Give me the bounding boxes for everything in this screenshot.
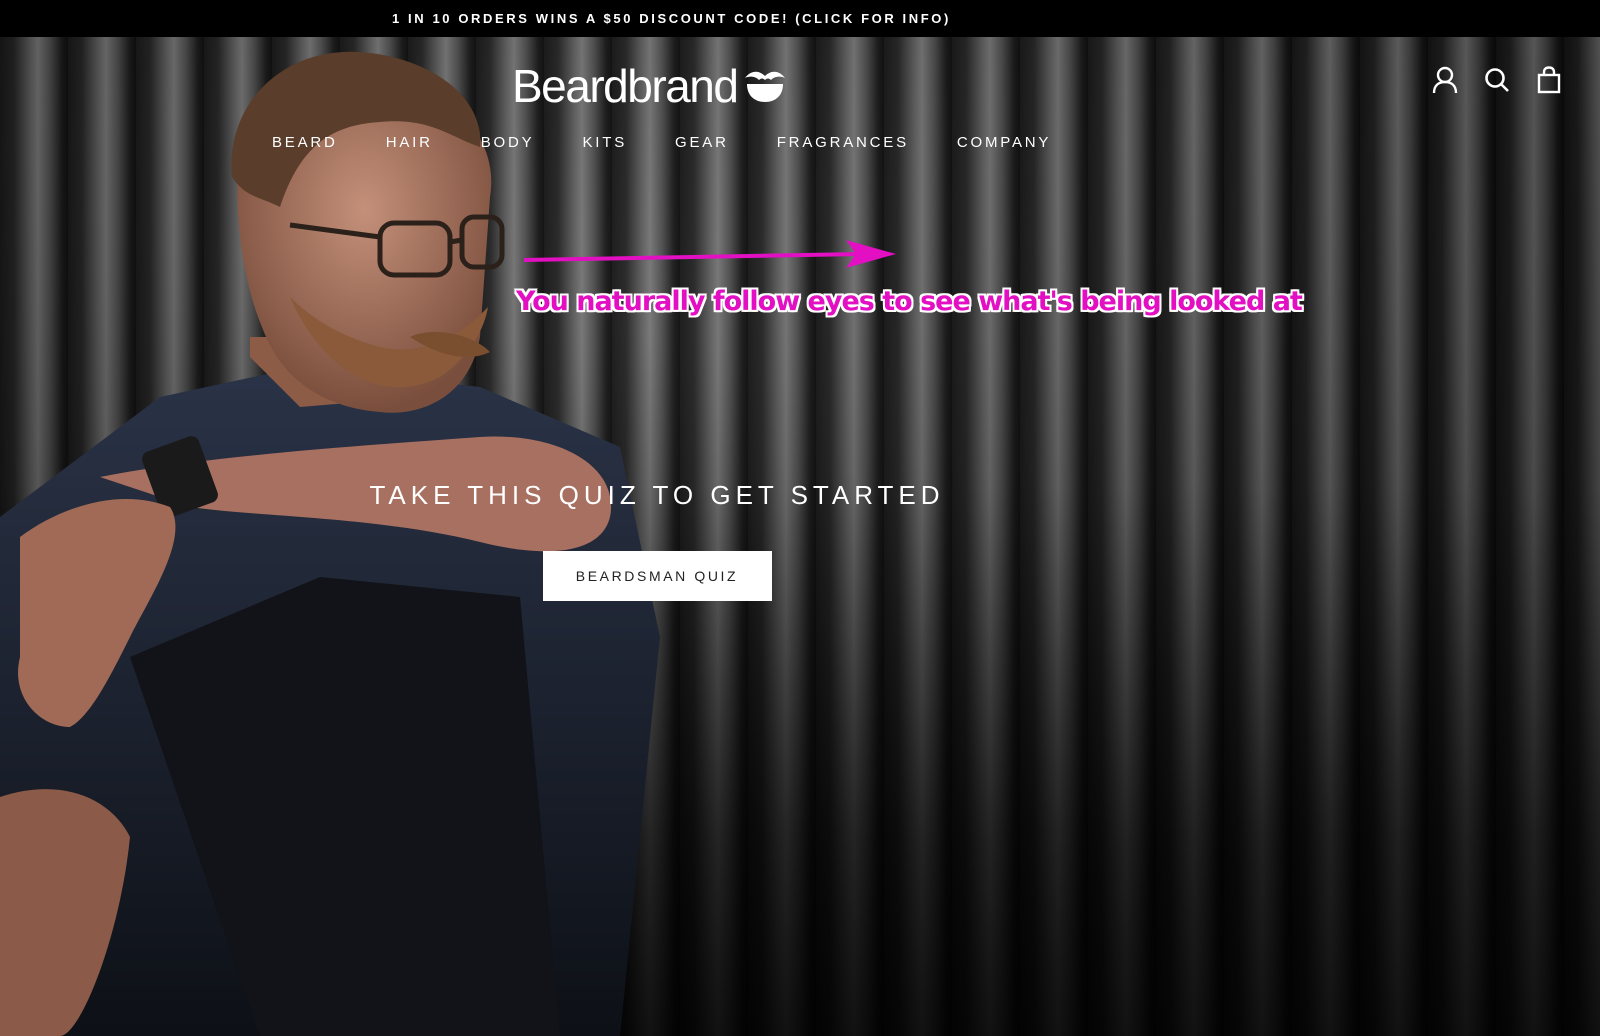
nav-item-kits[interactable]: KITS bbox=[582, 134, 627, 151]
nav-item-company[interactable]: COMPANY bbox=[957, 134, 1051, 151]
nav-item-fragrances[interactable]: FRAGRANCES bbox=[777, 134, 909, 151]
nav-item-hair[interactable]: HAIR bbox=[386, 134, 433, 151]
hero-title: TAKE THIS QUIZ TO GET STARTED bbox=[369, 480, 945, 510]
nav-item-body[interactable]: BODY bbox=[481, 134, 535, 151]
annotation-arrow-icon bbox=[523, 240, 896, 268]
cart-icon[interactable] bbox=[1534, 65, 1564, 95]
announcement-text[interactable]: 1 IN 10 ORDERS WINS A $50 DISCOUNT CODE!… bbox=[392, 11, 951, 26]
brand-logo[interactable]: Beardbrand bbox=[512, 59, 787, 113]
hero-cta: TAKE THIS QUIZ TO GET STARTED BEARDSMAN … bbox=[0, 480, 1314, 601]
nav-item-beard[interactable]: BEARD bbox=[272, 134, 338, 151]
nav-item-gear[interactable]: GEAR bbox=[675, 134, 729, 151]
search-icon[interactable] bbox=[1482, 65, 1512, 95]
annotation-text: You naturally follow eyes to see what's … bbox=[516, 286, 1303, 317]
account-icon[interactable] bbox=[1430, 65, 1460, 95]
main-navigation: BEARD HAIR BODY KITS GEAR FRAGRANCES COM… bbox=[272, 134, 1099, 151]
beardsman-quiz-button[interactable]: BEARDSMAN QUIZ bbox=[542, 551, 772, 601]
header-utility bbox=[1430, 65, 1564, 95]
announcement-bar[interactable]: 1 IN 10 ORDERS WINS A $50 DISCOUNT CODE!… bbox=[0, 0, 1600, 37]
site-header: Beardbrand BEARD HAIR BODY KITS GEAR FRA… bbox=[0, 37, 1600, 177]
logo-text[interactable]: Beardbrand bbox=[512, 59, 739, 113]
mustache-bowl-icon bbox=[745, 71, 786, 102]
